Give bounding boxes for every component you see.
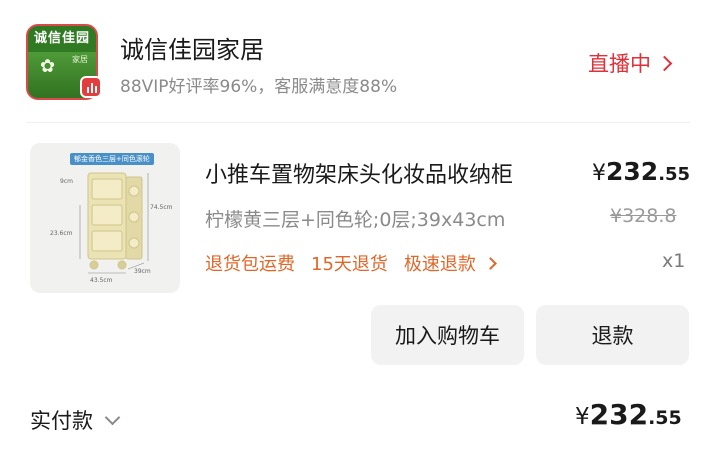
- service-fast-refund: 极速退款: [403, 254, 476, 275]
- chevron-right-icon: [656, 55, 673, 71]
- amount-paid-label: 实付款: [30, 409, 93, 433]
- original-price: ¥328.8: [610, 205, 677, 227]
- refund-button[interactable]: 退款: [536, 305, 689, 365]
- dimension-depth: 39cm: [134, 268, 151, 275]
- paid-integer: 232: [589, 398, 649, 431]
- shop-logo-text: 诚信佳园: [28, 26, 96, 52]
- live-stream-label: 直播中: [588, 52, 651, 76]
- flower-icon: ✿: [40, 56, 56, 77]
- dimension-height: 74.5cm: [150, 204, 173, 211]
- add-to-cart-button[interactable]: 加入购物车: [371, 305, 524, 365]
- product-variant: 柠檬黄三层+同色轮;0层;39x43cm: [205, 209, 506, 231]
- live-badge-icon: [80, 76, 102, 98]
- quantity: x1: [662, 250, 686, 272]
- service-15-day-return: 15天退货: [311, 254, 388, 275]
- chevron-down-icon: [104, 409, 121, 425]
- price-integer: 232: [606, 157, 659, 186]
- thumbnail-tag: 郁金香色三层+同色滚轮: [70, 153, 154, 165]
- amount-paid-value: ¥232.55: [575, 398, 682, 431]
- service-free-return-shipping: 退货包运费: [205, 254, 295, 275]
- paid-symbol: ¥: [575, 404, 590, 430]
- divider: [26, 122, 690, 123]
- dimension-lower: 23.6cm: [50, 230, 73, 237]
- product-thumbnail[interactable]: 郁金香色三层+同色滚轮 74.5cm 43.5cm 39cm 9cm 23.6c…: [30, 143, 180, 293]
- price-symbol: ¥: [592, 161, 606, 186]
- live-stream-link[interactable]: 直播中: [588, 48, 673, 78]
- shop-logo-subtext: 家居: [72, 55, 88, 64]
- paid-decimal: .55: [648, 407, 682, 429]
- storage-cart-illustration: 74.5cm 43.5cm 39cm 9cm 23.6cm: [50, 172, 173, 284]
- price-decimal: .55: [658, 164, 691, 185]
- dimension-top: 9cm: [60, 178, 73, 185]
- amount-paid-toggle[interactable]: 实付款: [30, 405, 121, 435]
- shop-rating-stats: 88VIP好评率96%，客服满意度88%: [120, 77, 398, 97]
- product-title[interactable]: 小推车置物架床头化妆品收纳柜: [205, 157, 513, 189]
- product-price: ¥232.55: [592, 157, 690, 186]
- service-guarantees[interactable]: 退货包运费 15天退货 极速退款: [205, 250, 511, 276]
- shop-name[interactable]: 诚信佳园家居: [120, 30, 264, 65]
- chevron-right-icon: [484, 256, 497, 270]
- dimension-width: 43.5cm: [90, 277, 113, 284]
